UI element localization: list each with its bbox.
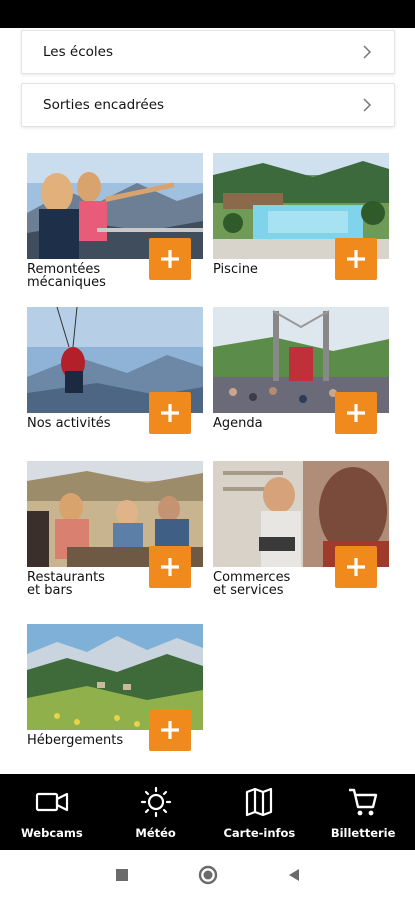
add-button[interactable] (149, 546, 191, 588)
add-button[interactable] (335, 392, 377, 434)
nav-carte-infos[interactable]: Carte-infos (208, 774, 312, 850)
map-icon (246, 787, 273, 817)
tile-title: Nos activités (27, 416, 111, 431)
list-item-label: Sorties encadrées (43, 97, 165, 113)
system-navigation-bar (0, 850, 415, 900)
video-camera-icon (35, 792, 68, 812)
nav-label: Carte-infos (223, 826, 296, 840)
tile-title: Agenda (213, 416, 263, 431)
back-triangle-icon (288, 869, 299, 881)
square-icon (115, 869, 128, 881)
plus-icon (347, 404, 365, 422)
plus-icon (347, 250, 365, 268)
sun-icon (140, 786, 171, 818)
recent-apps-button[interactable] (79, 868, 165, 882)
tile-title: Remontées mécaniques (27, 262, 106, 290)
back-button[interactable] (251, 867, 337, 883)
bottom-navigation: Webcams Météo Carte-infos Billetterie (0, 774, 415, 850)
nav-label: Billetterie (330, 826, 396, 840)
list-item-sorties[interactable]: Sorties encadrées (21, 83, 395, 127)
nav-label: Météo (135, 826, 176, 840)
home-button[interactable] (165, 865, 251, 885)
plus-icon (347, 558, 365, 576)
add-button[interactable] (335, 238, 377, 280)
plus-icon (161, 721, 179, 739)
add-button[interactable] (149, 709, 191, 751)
tile-title: Commerces et services (213, 570, 291, 598)
add-button[interactable] (335, 546, 377, 588)
plus-icon (161, 404, 179, 422)
add-button[interactable] (149, 238, 191, 280)
chevron-right-icon (363, 45, 372, 59)
nav-billetterie[interactable]: Billetterie (311, 774, 415, 850)
nav-webcams[interactable]: Webcams (0, 774, 104, 850)
list-item-label: Les écoles (43, 44, 113, 60)
tile-title: Piscine (213, 262, 258, 277)
status-bar (0, 0, 415, 28)
nav-meteo[interactable]: Météo (104, 774, 208, 850)
tile-title: Hébergements (27, 733, 124, 748)
nav-label: Webcams (21, 826, 83, 840)
tile-title: Restaurants et bars (27, 570, 105, 598)
chevron-right-icon (363, 98, 372, 112)
cart-icon (349, 788, 378, 816)
add-button[interactable] (149, 392, 191, 434)
circle-icon (198, 865, 217, 885)
list-item-ecoles[interactable]: Les écoles (21, 30, 395, 74)
plus-icon (161, 558, 179, 576)
plus-icon (161, 250, 179, 268)
